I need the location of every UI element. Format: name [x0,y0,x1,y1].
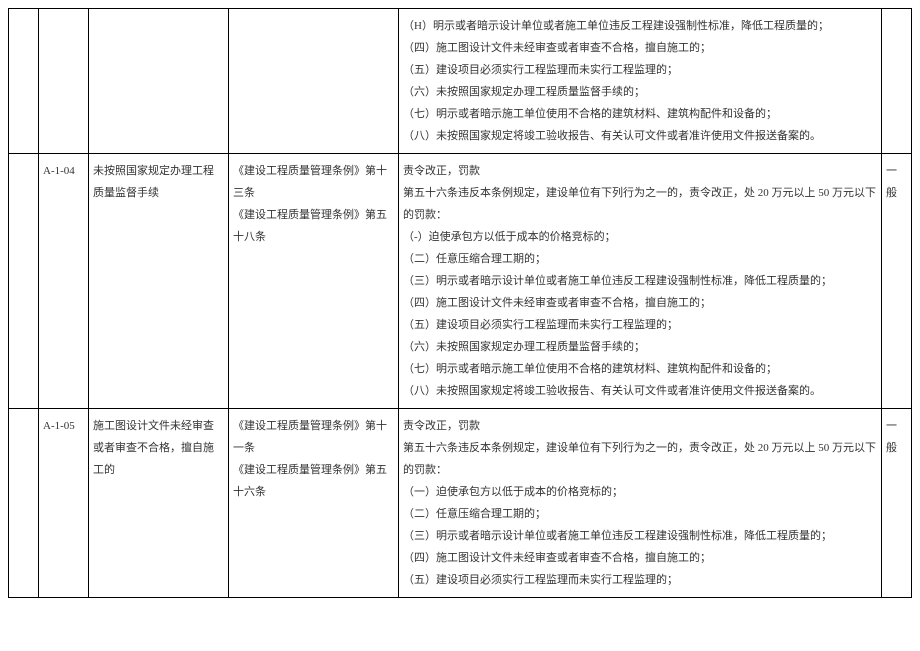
cell-content: 责令改正，罚款 第五十六条违反本条例规定，建设单位有下列行为之一的，责令改正，处… [399,154,882,409]
content-line: （六）未按照国家规定办理工程质量监督手续的； [403,81,877,103]
table-row: A-1-05 施工图设计文件未经审查或者审查不合格，擅自施工的 《建设工程质量管… [9,409,912,598]
content-line: （一）迫使承包方以低于成本的价格竞标的； [403,481,877,503]
content-line: （五）建设项目必须实行工程监理而未实行工程监理的； [403,569,877,591]
cell-code [39,9,89,154]
table-row: （H）明示或者暗示设计单位或者施工单位违反工程建设强制性标准，降低工程质量的； … [9,9,912,154]
cell-level: 一般 [882,409,912,598]
cell-code: A-1-05 [39,409,89,598]
content-line: （五）建设项目必须实行工程监理而未实行工程监理的； [403,59,877,81]
cell-basis: 《建设工程质量管理条例》第十三条 《建设工程质量管理条例》第五十八条 [229,154,399,409]
regulation-table: （H）明示或者暗示设计单位或者施工单位违反工程建设强制性标准，降低工程质量的； … [8,8,912,598]
content-line: （五）建设项目必须实行工程监理而未实行工程监理的； [403,314,877,336]
cell-content: 责令改正，罚款 第五十六条违反本条例规定，建设单位有下列行为之一的，责令改正，处… [399,409,882,598]
content-line: 责令改正，罚款 [403,415,877,437]
content-line: （H）明示或者暗示设计单位或者施工单位违反工程建设强制性标准，降低工程质量的； [403,15,877,37]
cell-blank [9,409,39,598]
content-line: （八）未按照国家规定将竣工验收报告、有关认可文件或者准许使用文件报送备案的。 [403,380,877,402]
table-row: A-1-04 未按照国家规定办理工程质量监督手续 《建设工程质量管理条例》第十三… [9,154,912,409]
cell-item [89,9,229,154]
content-line: （七）明示或者暗示施工单位使用不合格的建筑材料、建筑构配件和设备的； [403,358,877,380]
content-line: （三）明示或者暗示设计单位或者施工单位违反工程建设强制性标准，降低工程质量的； [403,270,877,292]
content-line: （六）未按照国家规定办理工程质量监督手续的； [403,336,877,358]
cell-level [882,9,912,154]
cell-level: 一般 [882,154,912,409]
cell-basis [229,9,399,154]
content-line: （-）迫使承包方以低于成本的价格竞标的； [403,226,877,248]
content-line: （七）明示或者暗示施工单位使用不合格的建筑材料、建筑构配件和设备的； [403,103,877,125]
content-line: （二）任意压缩合理工期的； [403,503,877,525]
content-line: 第五十六条违反本条例规定，建设单位有下列行为之一的，责令改正，处 20 万元以上… [403,182,877,226]
content-line: 第五十六条违反本条例规定，建设单位有下列行为之一的，责令改正，处 20 万元以上… [403,437,877,481]
cell-code: A-1-04 [39,154,89,409]
content-line: （三）明示或者暗示设计单位或者施工单位违反工程建设强制性标准，降低工程质量的； [403,525,877,547]
content-line: （四）施工图设计文件未经审查或者审查不合格，擅自施工的； [403,292,877,314]
cell-blank [9,9,39,154]
cell-blank [9,154,39,409]
cell-item: 未按照国家规定办理工程质量监督手续 [89,154,229,409]
content-line: （二）任意压缩合理工期的； [403,248,877,270]
content-line: （八）未按照国家规定将竣工验收报告、有关认可文件或者准许使用文件报送备案的。 [403,125,877,147]
cell-content: （H）明示或者暗示设计单位或者施工单位违反工程建设强制性标准，降低工程质量的； … [399,9,882,154]
content-line: （四）施工图设计文件未经审查或者审查不合格，擅自施工的； [403,547,877,569]
cell-basis: 《建设工程质量管理条例》第十一条 《建设工程质量管理条例》第五十六条 [229,409,399,598]
content-line: 责令改正，罚款 [403,160,877,182]
cell-item: 施工图设计文件未经审查或者审查不合格，擅自施工的 [89,409,229,598]
content-line: （四）施工图设计文件未经审查或者审查不合格，擅自施工的； [403,37,877,59]
